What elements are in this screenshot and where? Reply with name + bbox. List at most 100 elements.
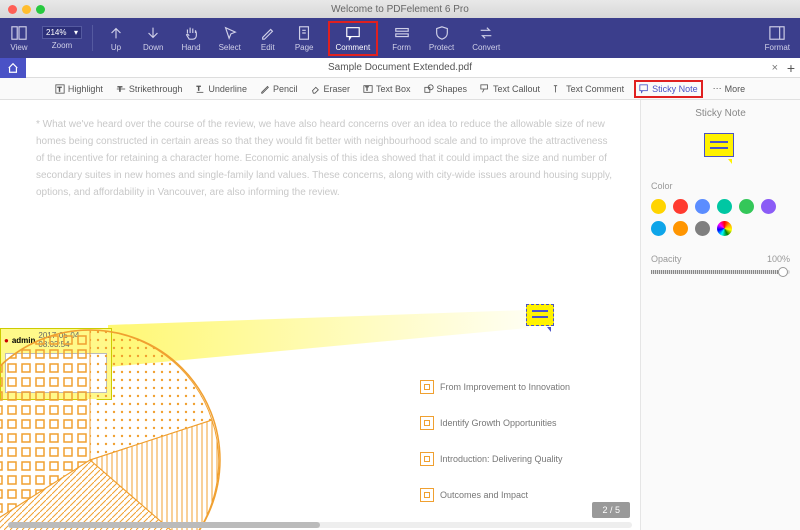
slider-thumb[interactable] bbox=[778, 267, 788, 277]
svg-text:T: T bbox=[57, 86, 61, 93]
strikethrough-icon: T bbox=[116, 84, 126, 94]
select-button[interactable]: Select bbox=[215, 23, 245, 54]
document-paragraph: * What we've heard over the course of th… bbox=[36, 116, 616, 201]
form-button[interactable]: Form bbox=[388, 23, 415, 54]
chart-legend: From Improvement to Innovation Identify … bbox=[420, 380, 570, 524]
color-swatch[interactable] bbox=[651, 199, 666, 214]
highlight-tool[interactable]: THighlight bbox=[52, 82, 106, 96]
legend-item: Outcomes and Impact bbox=[420, 488, 570, 502]
legend-item: Identify Growth Opportunities bbox=[420, 416, 570, 430]
hand-button[interactable]: Hand bbox=[177, 23, 204, 54]
edit-button[interactable]: Edit bbox=[255, 23, 281, 54]
window-title: Welcome to PDFelement 6 Pro bbox=[331, 4, 469, 15]
view-icon bbox=[10, 25, 28, 41]
shield-icon bbox=[433, 25, 451, 41]
zoom-control[interactable]: 214%▾ Zoom bbox=[42, 26, 82, 50]
convert-button[interactable]: Convert bbox=[468, 23, 504, 54]
main-toolbar: View 214%▾ Zoom Up Down Hand Select Edit… bbox=[0, 18, 800, 58]
underline-icon: T bbox=[195, 84, 205, 94]
convert-icon bbox=[477, 25, 495, 41]
textbox-tool[interactable]: TText Box bbox=[360, 82, 414, 96]
close-window-icon[interactable] bbox=[8, 5, 17, 14]
page-icon bbox=[295, 25, 313, 41]
stickynote-icon bbox=[639, 84, 649, 94]
chevron-down-icon: ▾ bbox=[74, 28, 78, 37]
color-swatch[interactable] bbox=[695, 221, 710, 236]
document-tab-bar: Sample Document Extended.pdf × + bbox=[0, 58, 800, 78]
svg-text:T: T bbox=[197, 85, 201, 92]
textbox-icon: T bbox=[363, 84, 373, 94]
pencil-icon bbox=[260, 84, 270, 94]
horizontal-scrollbar[interactable] bbox=[8, 522, 632, 528]
opacity-label: Opacity bbox=[651, 254, 682, 264]
cursor-icon bbox=[221, 25, 239, 41]
arrow-down-icon bbox=[144, 25, 162, 41]
comment-button[interactable]: Comment bbox=[332, 23, 375, 54]
window-titlebar: Welcome to PDFelement 6 Pro bbox=[0, 0, 800, 18]
add-tab-button[interactable]: + bbox=[787, 60, 795, 76]
color-swatch[interactable] bbox=[651, 221, 666, 236]
more-tools[interactable]: ⋯More bbox=[710, 81, 749, 96]
minimize-window-icon[interactable] bbox=[22, 5, 31, 14]
page-button[interactable]: Page bbox=[291, 23, 318, 54]
document-tab-title[interactable]: Sample Document Extended.pdf bbox=[328, 62, 472, 73]
page-indicator: 2 / 5 bbox=[592, 502, 630, 518]
shapes-tool[interactable]: Shapes bbox=[421, 82, 471, 96]
arrow-up-icon bbox=[107, 25, 125, 41]
protect-button[interactable]: Protect bbox=[425, 23, 458, 54]
shapes-icon bbox=[424, 84, 434, 94]
pencil-tool[interactable]: Pencil bbox=[257, 82, 301, 96]
textcomment-icon bbox=[553, 84, 563, 94]
comment-toolbar: THighlight TStrikethrough TUnderline Pen… bbox=[0, 78, 800, 100]
comment-icon bbox=[344, 25, 362, 41]
callout-icon bbox=[480, 84, 490, 94]
legend-item: From Improvement to Innovation bbox=[420, 380, 570, 394]
sticky-note-preview bbox=[704, 133, 738, 161]
color-swatch[interactable] bbox=[761, 199, 776, 214]
divider bbox=[92, 25, 93, 51]
eraser-tool[interactable]: Eraser bbox=[307, 82, 353, 96]
form-icon bbox=[393, 25, 411, 41]
underline-tool[interactable]: TUnderline bbox=[192, 82, 250, 96]
color-swatches bbox=[651, 199, 790, 236]
close-tab-button[interactable]: × bbox=[772, 62, 778, 74]
color-swatch[interactable] bbox=[673, 221, 688, 236]
down-button[interactable]: Down bbox=[139, 23, 167, 54]
up-button[interactable]: Up bbox=[103, 23, 129, 54]
format-button[interactable]: Format bbox=[761, 23, 794, 54]
sticky-note-annotation[interactable] bbox=[526, 304, 556, 330]
comment-button-highlight: Comment bbox=[328, 21, 379, 56]
format-panel-icon bbox=[768, 25, 786, 41]
textcomment-tool[interactable]: Text Comment bbox=[550, 82, 627, 96]
svg-text:T: T bbox=[365, 86, 368, 92]
home-tab[interactable] bbox=[0, 58, 26, 78]
format-panel: Sticky Note Color Opacity 100% bbox=[640, 100, 800, 530]
window-controls bbox=[8, 5, 45, 14]
opacity-slider[interactable] bbox=[651, 270, 790, 274]
legend-marker-icon bbox=[420, 452, 434, 466]
strikethrough-tool[interactable]: TStrikethrough bbox=[113, 82, 186, 96]
legend-marker-icon bbox=[420, 416, 434, 430]
view-button[interactable]: View bbox=[6, 23, 32, 54]
hand-icon bbox=[182, 25, 200, 41]
stickynote-tool[interactable]: Sticky Note bbox=[634, 80, 703, 98]
color-swatch[interactable] bbox=[695, 199, 710, 214]
color-label: Color bbox=[651, 181, 790, 191]
document-viewport[interactable]: * What we've heard over the course of th… bbox=[0, 100, 640, 530]
eraser-icon bbox=[310, 84, 320, 94]
content-area: * What we've heard over the course of th… bbox=[0, 100, 800, 530]
legend-marker-icon bbox=[420, 380, 434, 394]
maximize-window-icon[interactable] bbox=[36, 5, 45, 14]
color-picker-icon[interactable] bbox=[717, 221, 732, 236]
color-swatch[interactable] bbox=[717, 199, 732, 214]
textcallout-tool[interactable]: Text Callout bbox=[477, 82, 543, 96]
legend-marker-icon bbox=[420, 488, 434, 502]
color-swatch[interactable] bbox=[739, 199, 754, 214]
edit-icon bbox=[259, 25, 277, 41]
color-swatch[interactable] bbox=[673, 199, 688, 214]
ellipsis-icon: ⋯ bbox=[713, 83, 722, 94]
opacity-value: 100% bbox=[767, 254, 790, 264]
pie-chart bbox=[0, 320, 230, 530]
panel-title: Sticky Note bbox=[651, 108, 790, 119]
legend-item: Introduction: Delivering Quality bbox=[420, 452, 570, 466]
